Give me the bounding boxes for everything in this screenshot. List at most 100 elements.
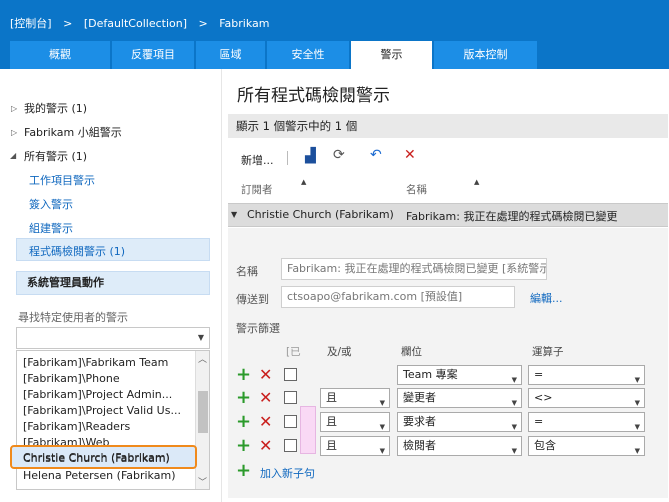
dropdown-caret-icon[interactable]: ▼ [380, 442, 385, 460]
dropdown-caret-icon[interactable]: ▼ [512, 394, 517, 412]
refresh-icon[interactable]: ⟳ [333, 147, 345, 163]
breadcrumb-collection[interactable]: [DefaultCollection] [84, 17, 187, 30]
andor-select[interactable]: 且 ▼ [320, 388, 390, 408]
user-search-input[interactable]: ▼ [16, 327, 210, 349]
tab-alerts[interactable]: 警示 [351, 41, 433, 69]
dropdown-caret-icon[interactable]: ▼ [635, 418, 640, 436]
name-label: 名稱 [236, 265, 258, 278]
subitem-build-alerts[interactable]: 組建警示 [29, 220, 73, 236]
row-expand-icon[interactable]: ▼ [231, 210, 237, 219]
scroll-down-icon[interactable]: ﹀ [198, 475, 207, 488]
delete-clause-icon[interactable]: ✕ [259, 366, 272, 384]
top-bar: [控制台] > [DefaultCollection] > Fabrikam [0, 0, 669, 41]
delete-clause-icon[interactable]: ✕ [259, 389, 272, 407]
field-select[interactable]: 變更者 ▼ [397, 388, 522, 408]
list-item[interactable]: [Fabrikam]\Phone [23, 372, 120, 385]
selected-user-label[interactable]: Christie Church (Fabrikam) [23, 451, 170, 464]
tree-item-my-alerts[interactable]: 我的警示 (1) [24, 100, 87, 116]
subitem-checkin-alerts[interactable]: 簽入警示 [29, 196, 73, 212]
clause-group-bracket[interactable] [300, 406, 316, 454]
breadcrumb-control-panel[interactable]: [控制台] [10, 17, 52, 30]
dropdown-caret-icon[interactable]: ▼ [635, 371, 640, 389]
operator-select[interactable]: = ▼ [528, 365, 645, 385]
save-icon[interactable]: ▟ [305, 148, 316, 164]
dropdown-caret-icon[interactable]: ▼ [512, 371, 517, 389]
find-user-label: 尋找特定使用者的警示 [18, 311, 128, 324]
tree-item-team-alerts[interactable]: Fabrikam 小組警示 [24, 124, 122, 140]
delete-clause-icon[interactable]: ✕ [259, 437, 272, 455]
expand-arrow-icon[interactable]: ▷ [11, 104, 17, 113]
dropdown-caret-icon[interactable]: ▼ [380, 418, 385, 436]
operator-select[interactable]: = ▼ [528, 412, 645, 432]
group-checkbox[interactable] [284, 439, 297, 452]
dropdown-caret-icon[interactable]: ▼ [635, 442, 640, 460]
column-header-name[interactable]: 名稱 [406, 182, 427, 197]
group-checkbox[interactable] [284, 368, 297, 381]
dropdown-caret-icon[interactable]: ▼ [198, 333, 204, 342]
list-item[interactable]: [Fabrikam]\Fabrikam Team [23, 356, 168, 369]
separator-band [228, 228, 668, 250]
dropdown-caret-icon[interactable]: ▼ [380, 394, 385, 412]
subitem-code-review-alerts[interactable]: 程式碼檢閱警示 (1) [29, 243, 125, 259]
dropdown-caret-icon[interactable]: ▼ [512, 442, 517, 460]
add-clause-icon[interactable]: + [236, 413, 251, 431]
delete-clause-icon[interactable]: ✕ [259, 413, 272, 431]
add-clause-icon[interactable]: + [236, 437, 251, 455]
tab-iterations[interactable]: 反覆項目 [112, 41, 195, 69]
andor-select[interactable]: 且 ▼ [320, 412, 390, 432]
send-to-label: 傳送到 [236, 293, 269, 306]
andor-value: 且 [326, 391, 337, 404]
add-clause-link[interactable]: 加入新子句 [260, 465, 315, 481]
add-clause-icon[interactable]: + [236, 462, 251, 480]
new-button[interactable]: 新增... [241, 152, 274, 168]
operator-select[interactable]: 包含 ▼ [528, 436, 645, 456]
user-list[interactable]: [Fabrikam]\Fabrikam Team [Fabrikam]\Phon… [16, 350, 210, 490]
edit-link[interactable]: 編輯... [530, 290, 563, 306]
alert-name-input[interactable]: Fabrikam: 我正在處理的程式碼檢閱已變更 [系統警示] [281, 258, 547, 280]
field-value: 要求者 [403, 415, 436, 428]
delete-icon[interactable]: ✕ [404, 147, 416, 163]
list-item[interactable]: [Fabrikam]\Readers [23, 420, 130, 433]
row-subscriber: Christie Church (Fabrikam) [247, 208, 394, 221]
expand-arrow-icon[interactable]: ▷ [11, 128, 17, 137]
field-select[interactable]: 要求者 ▼ [397, 412, 522, 432]
column-header-subscriber[interactable]: 訂閱者 [241, 182, 273, 197]
tab-version-control[interactable]: 版本控制 [434, 41, 538, 69]
breadcrumb-project[interactable]: Fabrikam [219, 17, 269, 30]
list-scrollbar[interactable]: ︿ ﹀ [195, 351, 209, 489]
group-checkbox[interactable] [284, 415, 297, 428]
send-to-input[interactable]: ctsoapo@fabrikam.com [預設值] [281, 286, 515, 308]
operator-value: <> [534, 391, 553, 404]
scroll-thumb[interactable] [198, 391, 208, 433]
breadcrumb-separator: > [198, 17, 208, 30]
alert-count: 顯示 1 個警示中的 1 個 [228, 114, 668, 138]
sort-asc-icon[interactable]: ▲ [301, 178, 306, 186]
andor-header: 及/或 [327, 346, 352, 358]
list-item[interactable]: [Fabrikam]\Project Valid Us... [23, 404, 181, 417]
list-item[interactable]: Helena Petersen (Fabrikam) [23, 469, 176, 482]
subitem-work-item-alerts[interactable]: 工作項目警示 [29, 172, 95, 188]
tab-overview[interactable]: 概觀 [10, 41, 111, 69]
field-select[interactable]: Team 專案 ▼ [397, 365, 522, 385]
field-value: 變更者 [403, 391, 436, 404]
sort-asc-icon[interactable]: ▲ [474, 178, 479, 186]
andor-select[interactable]: 且 ▼ [320, 436, 390, 456]
andor-value: 且 [326, 415, 337, 428]
scroll-up-icon[interactable]: ︿ [198, 352, 207, 365]
operator-value: = [534, 415, 544, 428]
operator-select[interactable]: <> ▼ [528, 388, 645, 408]
row-alert-name: Fabrikam: 我正在處理的程式碼檢閱已變更 [406, 210, 618, 223]
undo-icon[interactable]: ↶ [370, 147, 382, 163]
dropdown-caret-icon[interactable]: ▼ [635, 394, 640, 412]
dropdown-caret-icon[interactable]: ▼ [512, 418, 517, 436]
tab-security[interactable]: 安全性 [267, 41, 350, 69]
collapse-arrow-icon[interactable]: ◢ [10, 151, 16, 160]
group-checkbox[interactable] [284, 391, 297, 404]
tab-areas[interactable]: 區域 [196, 41, 266, 69]
tree-item-all-alerts[interactable]: 所有警示 (1) [24, 148, 87, 164]
list-item[interactable]: [Fabrikam]\Project Admin... [23, 388, 172, 401]
field-select[interactable]: 檢閱者 ▼ [397, 436, 522, 456]
add-clause-icon[interactable]: + [236, 389, 251, 407]
field-header: 欄位 [401, 346, 422, 358]
add-clause-icon[interactable]: + [236, 366, 251, 384]
